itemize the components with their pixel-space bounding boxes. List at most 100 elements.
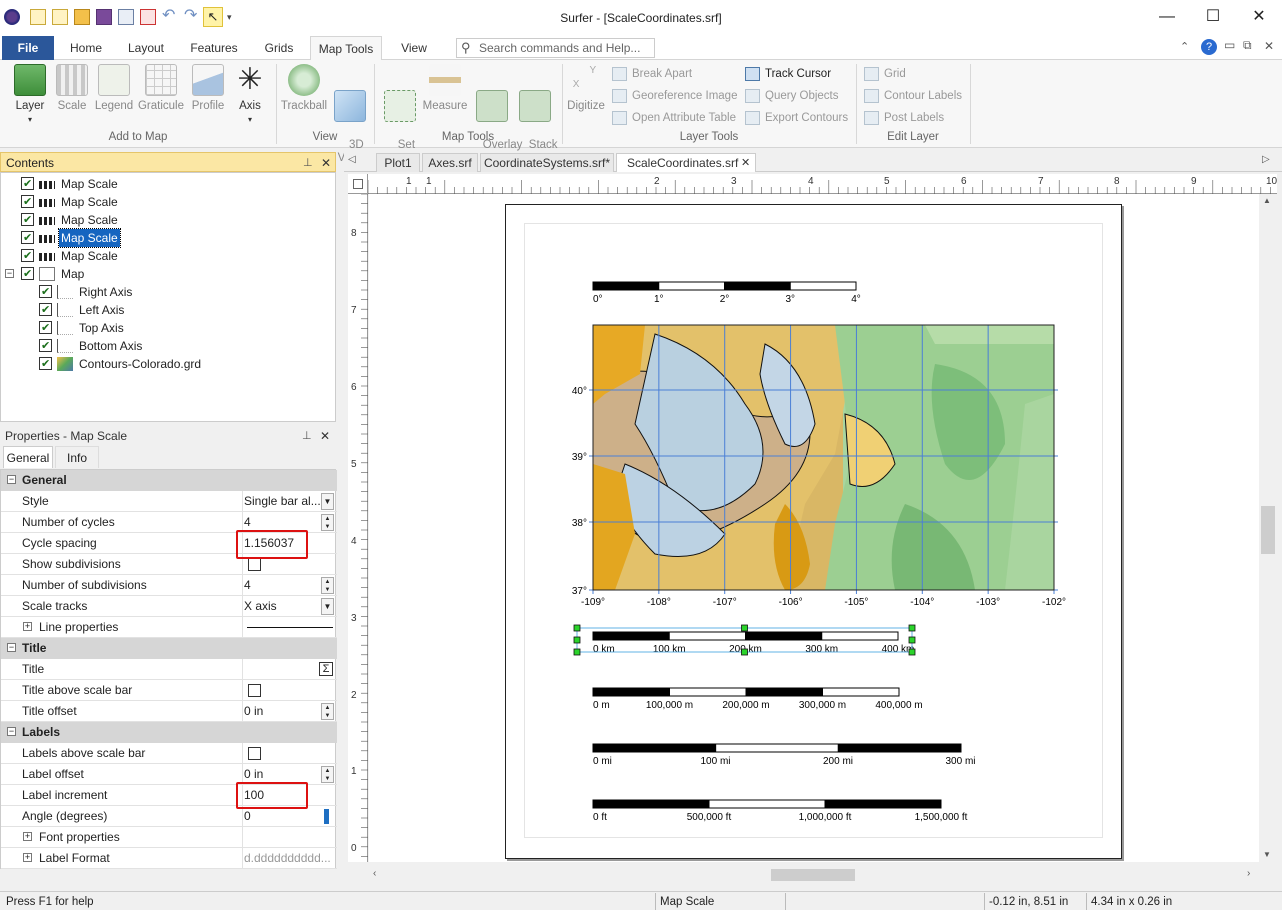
chevron-down-icon[interactable]: ▼: [321, 598, 334, 615]
prop-line-properties[interactable]: + Line properties: [1, 617, 337, 638]
axis-button[interactable]: ✳ Axis ▾: [232, 64, 268, 126]
scale-bar-degrees[interactable]: 0° 1° 2° 3° 4°: [592, 281, 861, 305]
grid-edit-button[interactable]: Grid: [864, 66, 906, 82]
expand-icon[interactable]: +: [23, 832, 32, 841]
doc-restore-icon[interactable]: ⧉: [1243, 38, 1252, 53]
prop-label-format[interactable]: + Label Format d.dddddddddd...: [1, 848, 337, 869]
resize-handle[interactable]: [573, 648, 581, 656]
collapse-icon[interactable]: −: [7, 643, 16, 652]
prop-title[interactable]: Title Σ: [1, 659, 337, 680]
scroll-down-icon[interactable]: ▼: [1263, 850, 1271, 859]
minimize-button[interactable]: —: [1144, 4, 1190, 30]
digitize-button[interactable]: Y X Digitize: [566, 64, 606, 113]
prop-title-above[interactable]: Title above scale bar: [1, 680, 337, 701]
prop-number-of-subdivisions[interactable]: Number of subdivisions 4 ▲ ▼: [1, 575, 337, 596]
scroll-right-icon[interactable]: ›: [1247, 868, 1250, 879]
prop-labels-above[interactable]: Labels above scale bar: [1, 743, 337, 764]
visibility-checkbox[interactable]: [39, 283, 52, 301]
doc-tab-coordinate-systems[interactable]: CoordinateSystems.srf*: [480, 153, 614, 172]
category-title[interactable]: − Title: [1, 638, 337, 659]
resize-handle[interactable]: [573, 636, 581, 644]
tab-file[interactable]: File: [2, 36, 54, 60]
vertical-scrollbar[interactable]: ▲ ▼: [1259, 194, 1277, 862]
tab-scroll-right-icon[interactable]: ▷: [1262, 154, 1270, 165]
spinner[interactable]: ▲ ▼: [321, 766, 334, 783]
visibility-checkbox[interactable]: [39, 337, 52, 355]
plot-layer[interactable]: -109° -108° -107° -106° -105° -104° -103° -102°…: [505, 204, 1122, 859]
scale-bar-mi[interactable]: 0 mi 100 mi 200 mi 300 mi: [592, 743, 976, 767]
scale-bar-ft[interactable]: 0 ft 500,000 ft 1,000,000 ft 1,500,000 ft: [592, 799, 968, 823]
category-labels[interactable]: − Labels: [1, 722, 337, 743]
track-cursor-button[interactable]: Track Cursor: [745, 66, 831, 82]
tab-layout[interactable]: Layout: [120, 36, 172, 60]
resize-handle[interactable]: [573, 624, 581, 632]
sigma-icon[interactable]: Σ: [319, 662, 333, 676]
tab-view[interactable]: View: [390, 36, 438, 60]
layer-button[interactable]: Layer ▾: [12, 64, 48, 126]
contour-map[interactable]: [593, 325, 1054, 590]
expand-icon[interactable]: +: [23, 853, 32, 862]
visibility-checkbox[interactable]: [39, 319, 52, 337]
scale-button[interactable]: Scale: [54, 64, 90, 113]
tab-general[interactable]: General: [3, 446, 53, 468]
georeference-image-button[interactable]: Georeference Image: [612, 88, 737, 104]
visibility-checkbox[interactable]: [21, 265, 34, 283]
tab-features[interactable]: Features: [182, 36, 246, 60]
prop-style[interactable]: Style Single bar al... ▼: [1, 491, 337, 512]
visibility-checkbox[interactable]: [39, 355, 52, 373]
doc-tab-plot1[interactable]: Plot1: [376, 153, 420, 172]
close-icon[interactable]: ✕: [321, 153, 331, 173]
tab-grids[interactable]: Grids: [256, 36, 302, 60]
prop-scale-tracks[interactable]: Scale tracks X axis ▼: [1, 596, 337, 617]
spinner[interactable]: ▲ ▼: [321, 703, 334, 720]
query-objects-button[interactable]: Query Objects: [745, 88, 839, 104]
spinner[interactable]: ▲ ▼: [321, 514, 334, 531]
close-tab-icon[interactable]: ✕: [741, 154, 750, 172]
visibility-checkbox[interactable]: [21, 229, 34, 247]
tab-info[interactable]: Info: [55, 446, 99, 468]
horizontal-scrollbar[interactable]: ‹ ›: [369, 866, 1259, 884]
resize-handle[interactable]: [908, 636, 916, 644]
visibility-checkbox[interactable]: [21, 247, 34, 265]
prop-angle[interactable]: Angle (degrees) 0: [1, 806, 337, 827]
pin-icon[interactable]: ⊥: [303, 153, 313, 173]
collapse-icon[interactable]: −: [7, 727, 16, 736]
scroll-up-icon[interactable]: ▲: [1263, 196, 1271, 205]
collapse-ribbon-icon[interactable]: ⌃: [1180, 40, 1189, 53]
doc-minimize-icon[interactable]: ▭: [1224, 38, 1235, 52]
visibility-checkbox[interactable]: [21, 193, 34, 211]
tab-home[interactable]: Home: [62, 36, 110, 60]
maximize-button[interactable]: ☐: [1190, 4, 1236, 30]
prop-font-properties[interactable]: + Font properties: [1, 827, 337, 848]
labels-above-checkbox[interactable]: [248, 747, 261, 760]
title-above-checkbox[interactable]: [248, 684, 261, 697]
doc-tab-scale-coordinates[interactable]: ScaleCoordinates.srf ✕: [616, 153, 756, 172]
spinner[interactable]: ▲ ▼: [321, 577, 334, 594]
slider-handle[interactable]: [324, 809, 329, 824]
contour-labels-button[interactable]: Contour Labels: [864, 88, 962, 104]
export-contours-button[interactable]: Export Contours: [745, 110, 848, 126]
expand-icon[interactable]: +: [23, 622, 32, 631]
tab-scroll-left-icon[interactable]: ◁: [348, 154, 356, 165]
doc-tab-axes[interactable]: Axes.srf: [422, 153, 478, 172]
scale-bar-m[interactable]: 0 m 100,000 m 200,000 m 300,000 m 400,000 m: [592, 687, 923, 711]
scroll-left-icon[interactable]: ‹: [373, 868, 376, 879]
resize-handle[interactable]: [741, 624, 748, 632]
resize-handle[interactable]: [908, 624, 916, 632]
visibility-checkbox[interactable]: [39, 301, 52, 319]
graticule-button[interactable]: Graticule: [137, 64, 185, 113]
pin-icon[interactable]: ⊥: [302, 426, 312, 446]
search-input[interactable]: Search commands and Help...: [456, 38, 655, 58]
prop-title-offset[interactable]: Title offset 0 in ▲ ▼: [1, 701, 337, 722]
close-window-button[interactable]: ✕: [1236, 4, 1282, 30]
measure-button[interactable]: Measure: [422, 64, 468, 113]
visibility-checkbox[interactable]: [21, 175, 34, 193]
angle-input[interactable]: 0: [244, 806, 334, 827]
open-attribute-table-button[interactable]: Open Attribute Table: [612, 110, 736, 126]
horizontal-scroll-thumb[interactable]: [771, 869, 855, 881]
doc-close-icon[interactable]: ✕: [1264, 39, 1274, 53]
category-general[interactable]: − General: [1, 470, 337, 491]
collapse-icon[interactable]: −: [7, 475, 16, 484]
show-subdivisions-checkbox[interactable]: [248, 558, 261, 571]
tab-map-tools[interactable]: Map Tools: [310, 36, 382, 61]
